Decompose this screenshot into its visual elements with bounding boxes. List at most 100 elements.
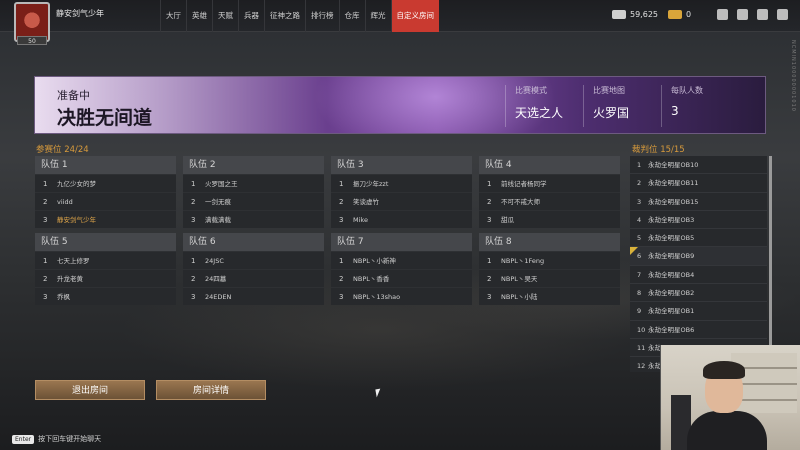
gold-icon bbox=[668, 10, 682, 19]
enter-key: Enter bbox=[12, 435, 35, 444]
team-name: 队伍 4 bbox=[479, 156, 620, 174]
referee-name: 永劫全明星OB10 bbox=[648, 161, 699, 169]
nav-item-weapons[interactable]: 兵器 bbox=[238, 0, 264, 32]
coin-value: 59,625 bbox=[630, 10, 658, 19]
mail-icon[interactable] bbox=[737, 9, 748, 20]
referees-title: 裁判位 15/15 bbox=[632, 143, 685, 155]
nav-item-lobby[interactable]: 大厅 bbox=[160, 0, 186, 32]
player-slot-name: 满载满载 bbox=[205, 216, 231, 224]
team-slot[interactable]: 2 不可不戒大师 bbox=[479, 192, 620, 210]
slot-number: 1 bbox=[43, 257, 48, 265]
team-name: 队伍 8 bbox=[479, 233, 620, 251]
slot-number: 2 bbox=[191, 275, 196, 283]
slot-number: 1 bbox=[487, 257, 492, 265]
nav-item-road[interactable]: 征神之路 bbox=[264, 0, 305, 32]
nav-item-heroes[interactable]: 英雄 bbox=[186, 0, 212, 32]
screen-icon[interactable] bbox=[717, 9, 728, 20]
team-slot[interactable]: 1 NBPL丶小新神 bbox=[331, 251, 472, 269]
team-name: 队伍 2 bbox=[183, 156, 324, 174]
team-slot[interactable]: 3 NBPL丶小陆 bbox=[479, 287, 620, 305]
referee-name: 永劫全明星OB15 bbox=[648, 197, 699, 206]
team-slot[interactable]: 1 火罗国之王 bbox=[183, 174, 324, 192]
divider bbox=[583, 85, 584, 127]
participants-title: 参赛位 24/24 bbox=[36, 143, 89, 155]
player-slot-name: 升龙老黄 bbox=[57, 275, 83, 283]
team-slot[interactable]: 2 viidd bbox=[35, 192, 176, 210]
referee-name: 永劫全明星OB5 bbox=[648, 234, 695, 243]
referee-slot[interactable]: 1 永劫全明星OB10 bbox=[630, 156, 767, 175]
player-slot-name: 火罗国之王 bbox=[205, 180, 238, 188]
team-slot[interactable]: 2 笑谈虚竹 bbox=[331, 192, 472, 210]
nav-item-glow[interactable]: 辉光 bbox=[364, 0, 391, 32]
referee-slot[interactable]: 4 永劫全明星OB3 bbox=[630, 211, 767, 230]
nav-item-leaderboard[interactable]: 排行榜 bbox=[305, 0, 339, 32]
participants-count: 24/24 bbox=[64, 145, 89, 155]
team-card: 队伍 2 1 火罗国之王 2 一剑无痕 3 满载满载 bbox=[183, 156, 324, 228]
room-details-button[interactable]: 房间详情 bbox=[156, 380, 266, 400]
referee-scrollbar-thumb[interactable] bbox=[769, 156, 772, 356]
slot-number: 3 bbox=[43, 293, 48, 301]
slot-number: 3 bbox=[43, 216, 48, 224]
team-slot[interactable]: 3 甜瓜 bbox=[479, 210, 620, 228]
team-slot[interactable]: 3 24EDEN bbox=[183, 287, 324, 305]
team-size-label: 每队人数 bbox=[671, 86, 703, 95]
team-slot[interactable]: 3 NBPL丶13shao bbox=[331, 287, 472, 305]
nav-item-talents[interactable]: 天赋 bbox=[212, 0, 238, 32]
settings-icon[interactable] bbox=[777, 9, 788, 20]
streamer-body bbox=[687, 411, 767, 450]
slot-number: 2 bbox=[43, 198, 48, 206]
map-info: 比赛地图 火罗国 bbox=[593, 85, 629, 121]
slot-number: 3 bbox=[191, 293, 196, 301]
player-slot-name: NBPL丶小陆 bbox=[501, 293, 538, 301]
team-slot[interactable]: 2 升龙老黄 bbox=[35, 269, 176, 287]
team-card: 队伍 4 1 前线记者杨同学 2 不可不戒大师 3 甜瓜 bbox=[479, 156, 620, 228]
slot-number: 1 bbox=[339, 180, 344, 188]
top-icons bbox=[717, 9, 788, 20]
top-bar: 50 静安剑气少年 大厅 英雄 天赋 兵器 征神之路 排行榜 仓库 辉光 自定义… bbox=[0, 0, 800, 45]
player-slot-name: 乔枫 bbox=[57, 293, 70, 301]
room-banner: 准备中 决胜无间道 比赛模式 天选之人 比赛地图 火罗国 每队人数 3 bbox=[34, 76, 766, 134]
referee-slot[interactable]: 8 永劫全明星OB2 bbox=[630, 284, 767, 303]
referee-slot[interactable]: 6 永劫全明星OB9 bbox=[630, 247, 767, 266]
team-slot[interactable]: 1 振刀少年zzt bbox=[331, 174, 472, 192]
team-slot[interactable]: 1 前线记者杨同学 bbox=[479, 174, 620, 192]
referee-name: 永劫全明星OB1 bbox=[648, 307, 695, 316]
referee-slot[interactable]: 10 永劫全明星OB6 bbox=[630, 321, 767, 339]
referee-list: 1 永劫全明星OB10 2 永劫全明星OB11 3 永劫全明星OB15 4 永劫全明星O… bbox=[630, 156, 767, 372]
team-slot[interactable]: 2 NBPL丶香香 bbox=[331, 269, 472, 287]
team-slot[interactable]: 3 满载满载 bbox=[183, 210, 324, 228]
player-slot-name: NBPL丶吴天 bbox=[501, 275, 538, 283]
team-slot[interactable]: 2 24四墓 bbox=[183, 269, 324, 287]
team-slot[interactable]: 1 九亿少女的梦 bbox=[35, 174, 176, 192]
player-slot-name: NBPL丶香香 bbox=[353, 275, 390, 283]
player-slot-name: 不可不戒大师 bbox=[501, 198, 540, 206]
team-slot[interactable]: 1 七天上修罗 bbox=[35, 251, 176, 269]
referee-slot[interactable]: 9 永劫全明星OB1 bbox=[630, 302, 767, 321]
player-slot-name: 24JSC bbox=[205, 257, 224, 265]
coin-icon bbox=[612, 10, 626, 19]
player-slot-name: 振刀少年zzt bbox=[353, 180, 389, 188]
team-slot[interactable]: 2 NBPL丶吴天 bbox=[479, 269, 620, 287]
referee-slot[interactable]: 3 永劫全明星OB15 bbox=[630, 193, 767, 211]
team-slot[interactable]: 3 Mike bbox=[331, 210, 472, 228]
friends-icon[interactable] bbox=[757, 9, 768, 20]
referee-slot[interactable]: 5 永劫全明星OB5 bbox=[630, 229, 767, 248]
referee-slot[interactable]: 7 永劫全明星OB4 bbox=[630, 266, 767, 285]
team-slot[interactable]: 3 乔枫 bbox=[35, 287, 176, 305]
coin-balance: 59,625 bbox=[612, 10, 658, 19]
team-slot[interactable]: 1 NBPL丶1Feng bbox=[479, 251, 620, 269]
chat-hint[interactable]: Enter 按下回车键开始聊天 bbox=[12, 434, 101, 444]
referee-name: 永劫全明星OB3 bbox=[648, 215, 695, 224]
nav-item-storage[interactable]: 仓库 bbox=[338, 0, 365, 32]
team-slot[interactable]: 3 静安剑气少年 bbox=[35, 210, 176, 228]
slot-number: 1 bbox=[487, 180, 492, 188]
referee-name: 永劫全明星OB6 bbox=[648, 325, 695, 334]
divider bbox=[661, 85, 662, 127]
slot-number: 1 bbox=[43, 180, 48, 188]
player-slot-name: 七天上修罗 bbox=[57, 257, 90, 265]
nav-item-custom-room[interactable]: 自定义房间 bbox=[390, 0, 439, 32]
team-slot[interactable]: 2 一剑无痕 bbox=[183, 192, 324, 210]
exit-room-button[interactable]: 退出房间 bbox=[35, 380, 145, 400]
referee-slot[interactable]: 2 永劫全明星OB11 bbox=[630, 174, 767, 193]
team-slot[interactable]: 1 24JSC bbox=[183, 251, 324, 269]
